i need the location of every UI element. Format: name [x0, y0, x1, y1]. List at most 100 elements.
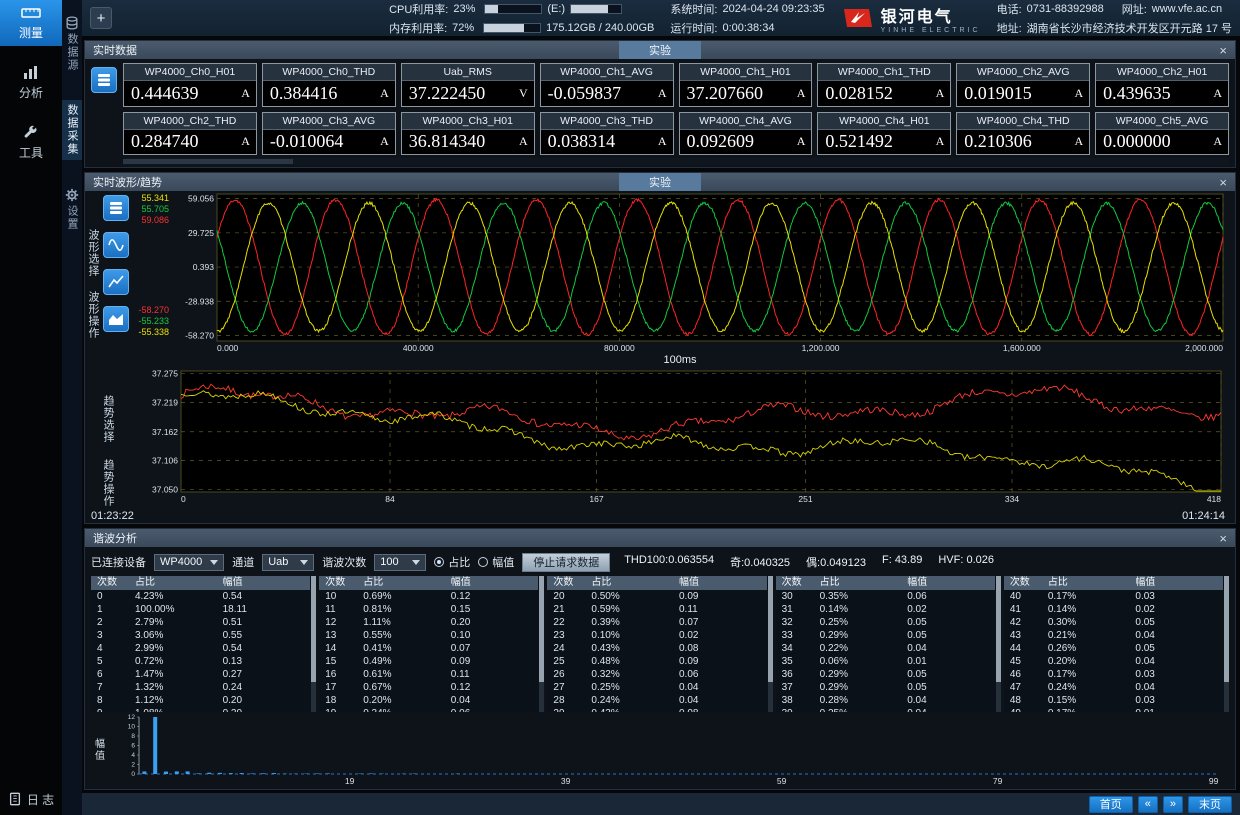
device-select[interactable]: WP4000 [154, 554, 224, 571]
harmonic-row[interactable]: 280.24%0.04 [547, 694, 766, 707]
harmonic-row[interactable]: 81.12%0.20 [91, 694, 310, 707]
harmonic-row[interactable]: 100.69%0.12 [319, 590, 538, 603]
harmonic-row[interactable]: 380.28%0.04 [776, 694, 995, 707]
svg-text:400.000: 400.000 [403, 343, 434, 353]
brand-flag-icon [841, 6, 875, 30]
radio-amplitude[interactable]: 幅值 [478, 554, 514, 570]
sidebar-item-log[interactable]: 日 志 [0, 783, 62, 815]
measurement-tile: WP4000_Ch1_H0137.207660A [679, 63, 813, 107]
harmonic-row[interactable]: 410.14%0.02 [1004, 603, 1223, 616]
waveform-chart[interactable]: 59.05629.7250.393-28.938-58.2700.000400.… [171, 191, 1229, 354]
harmonic-row[interactable]: 290.43%0.08 [547, 707, 766, 712]
harmonic-row[interactable]: 480.15%0.03 [1004, 694, 1223, 707]
harmonic-row[interactable]: 440.26%0.05 [1004, 642, 1223, 655]
harmonic-row[interactable]: 140.41%0.07 [319, 642, 538, 655]
area-display-button[interactable] [103, 306, 129, 332]
harmonic-row[interactable]: 180.20%0.04 [319, 694, 538, 707]
close-icon[interactable]: × [1219, 44, 1227, 57]
tab-data-acquisition[interactable]: 数据采集 [62, 100, 82, 160]
wave-channels-button[interactable] [103, 195, 129, 221]
harmonic-row[interactable]: 61.47%0.27 [91, 668, 310, 681]
harmonic-row[interactable]: 71.32%0.24 [91, 681, 310, 694]
harmonic-row[interactable]: 42.99%0.54 [91, 642, 310, 655]
harmonic-row[interactable]: 390.25%0.04 [776, 707, 995, 712]
radio-percentage[interactable]: 占比 [434, 554, 470, 570]
tab-datasource[interactable]: 数据源 [62, 12, 82, 76]
harmonic-group: 次数占比幅值04.23%0.541100.00%18.1122.79%0.513… [91, 576, 316, 712]
stop-request-button[interactable]: 停止请求数据 [522, 553, 610, 572]
harmonic-row[interactable]: 370.29%0.05 [776, 681, 995, 694]
trend-display-button[interactable] [103, 269, 129, 295]
harmonic-row[interactable]: 270.25%0.04 [547, 681, 766, 694]
tab-settings[interactable]: 设置 [62, 184, 82, 235]
harmonic-row[interactable]: 240.43%0.08 [547, 642, 766, 655]
trend-chart[interactable]: 37.27537.21937.16237.10637.0500841672513… [131, 367, 1229, 505]
harmonic-row[interactable]: 33.06%0.55 [91, 629, 310, 642]
wave-display-button[interactable] [103, 232, 129, 258]
harmonic-row[interactable]: 260.32%0.06 [547, 668, 766, 681]
tiles-horizontal-scrollbar[interactable] [123, 158, 1229, 165]
harmonic-row[interactable]: 490.17%0.01 [1004, 707, 1223, 712]
harmonic-row[interactable]: 320.25%0.05 [776, 616, 995, 629]
prev-page-button[interactable]: « [1138, 796, 1158, 813]
harmonic-row[interactable]: 50.72%0.13 [91, 655, 310, 668]
first-page-button[interactable]: 首页 [1089, 796, 1133, 813]
harmonic-group: 次数占比幅值300.35%0.06310.14%0.02320.25%0.053… [776, 576, 1001, 712]
close-icon[interactable]: × [1219, 532, 1227, 545]
channel-select[interactable]: Uab [262, 554, 314, 571]
harmonic-row[interactable]: 130.55%0.10 [319, 629, 538, 642]
harmonic-row[interactable]: 350.06%0.01 [776, 655, 995, 668]
channel-min-value: -55.233 [131, 316, 169, 327]
last-page-button[interactable]: 末页 [1188, 796, 1232, 813]
sidebar-item-measure[interactable]: 测量 [0, 0, 62, 46]
brand-subname: YINHE ELECTRIC [881, 27, 981, 34]
tile-value: 37.207660A [680, 81, 812, 106]
group-scrollbar[interactable] [1224, 576, 1229, 712]
harmonic-row[interactable]: 250.48%0.09 [547, 655, 766, 668]
tab-experiment[interactable]: 实验 [619, 173, 701, 191]
harmonic-row[interactable]: 150.49%0.09 [319, 655, 538, 668]
harmonic-row[interactable]: 400.17%0.03 [1004, 590, 1223, 603]
next-page-button[interactable]: » [1163, 796, 1183, 813]
tile-name: WP4000_Ch2_AVG [957, 64, 1089, 81]
harmonic-row[interactable]: 220.39%0.07 [547, 616, 766, 629]
harmonic-row[interactable]: 110.81%0.15 [319, 603, 538, 616]
harmonic-row[interactable]: 430.21%0.04 [1004, 629, 1223, 642]
group-scrollbar[interactable] [311, 576, 316, 712]
harmonic-row[interactable]: 360.29%0.05 [776, 668, 995, 681]
harmonic-row[interactable]: 170.67%0.12 [319, 681, 538, 694]
harmonic-row[interactable]: 330.29%0.05 [776, 629, 995, 642]
harmonic-row[interactable]: 460.17%0.03 [1004, 668, 1223, 681]
harmonic-bar-chart[interactable]: 0246810121939597999 [105, 714, 1229, 786]
harmonic-row[interactable]: 210.59%0.11 [547, 603, 766, 616]
harmonic-row[interactable]: 420.30%0.05 [1004, 616, 1223, 629]
harmonic-row[interactable]: 190.34%0.06 [319, 707, 538, 712]
harmonic-row[interactable]: 04.23%0.54 [91, 590, 310, 603]
harmonic-row[interactable]: 340.22%0.04 [776, 642, 995, 655]
memory-value: 72% [452, 22, 478, 34]
sidebar-item-tools[interactable]: 工具 [0, 120, 62, 166]
harmonic-row[interactable]: 121.11%0.20 [319, 616, 538, 629]
harmonic-row[interactable]: 200.50%0.09 [547, 590, 766, 603]
order-select[interactable]: 100 [374, 554, 426, 571]
group-scrollbar[interactable] [996, 576, 1001, 712]
radio-dot [478, 557, 488, 567]
sidebar-item-analyze[interactable]: 分析 [0, 60, 62, 106]
data-view-button[interactable] [91, 67, 117, 93]
close-icon[interactable]: × [1219, 176, 1227, 189]
tab-experiment[interactable]: 实验 [619, 41, 701, 59]
harmonic-row[interactable]: 310.14%0.02 [776, 603, 995, 616]
harmonic-row[interactable]: 450.20%0.04 [1004, 655, 1223, 668]
harmonic-row[interactable]: 470.24%0.04 [1004, 681, 1223, 694]
panel-title: 实时数据 [93, 42, 137, 58]
harmonic-row[interactable]: 300.35%0.06 [776, 590, 995, 603]
group-scrollbar[interactable] [539, 576, 544, 712]
harmonic-row[interactable]: 230.10%0.02 [547, 629, 766, 642]
group-scrollbar[interactable] [768, 576, 773, 712]
harmonic-row[interactable]: 22.79%0.51 [91, 616, 310, 629]
add-button[interactable]: + [90, 7, 112, 29]
svg-text:0.000: 0.000 [217, 343, 239, 353]
harmonic-row[interactable]: 1100.00%18.11 [91, 603, 310, 616]
harmonic-row[interactable]: 91.08%0.20 [91, 707, 310, 712]
harmonic-row[interactable]: 160.61%0.11 [319, 668, 538, 681]
